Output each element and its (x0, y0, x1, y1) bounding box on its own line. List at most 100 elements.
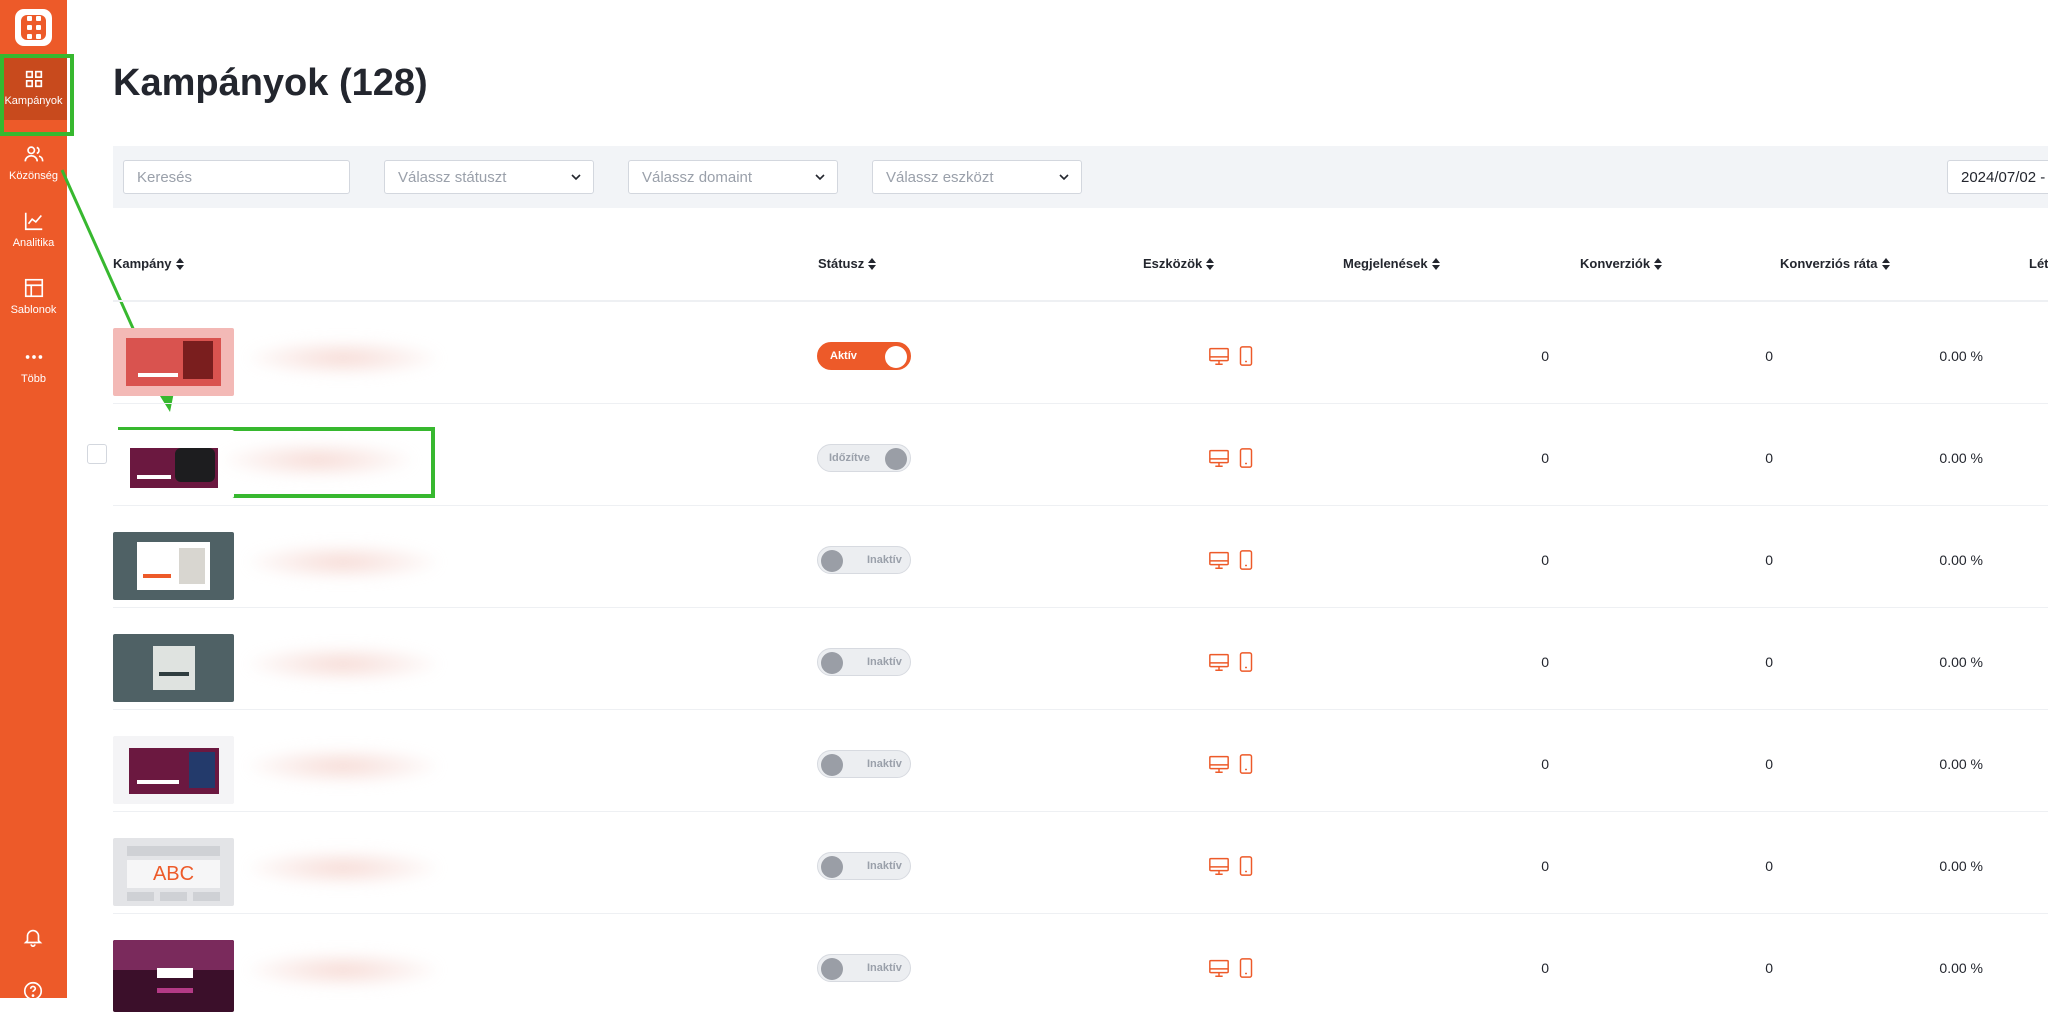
mobile-icon (1239, 958, 1253, 978)
campaign-name-blurred[interactable] (248, 850, 438, 886)
sort-icon (1206, 257, 1215, 270)
mobile-icon (1239, 754, 1253, 774)
conversions-value: 0 (1765, 552, 1773, 568)
status-toggle[interactable]: Inaktív (817, 546, 911, 574)
users-icon (23, 145, 44, 161)
status-select[interactable]: Válassz státuszt (384, 160, 594, 194)
sidebar-item-analytics[interactable]: Analitika (0, 196, 67, 262)
conversions-value: 0 (1765, 858, 1773, 874)
table-row[interactable]: Inaktív 0 0 0.00 % 2024 (113, 709, 2048, 811)
campaign-name-blurred[interactable] (248, 748, 438, 784)
domain-select-label: Válassz domaint (642, 169, 753, 186)
conversions-value: 0 (1765, 348, 1773, 364)
campaign-thumbnail[interactable] (113, 634, 234, 702)
conversion-rate-value: 0.00 % (1939, 348, 1983, 364)
template-icon (24, 278, 43, 297)
desktop-icon (1209, 449, 1229, 467)
column-header-label: Kampány (113, 256, 172, 271)
status-toggle[interactable]: Inaktív (817, 852, 911, 880)
chevron-down-icon (815, 174, 825, 181)
campaign-name-blurred[interactable] (223, 442, 413, 478)
mobile-icon (1239, 856, 1253, 876)
sort-icon (175, 257, 184, 270)
bell-icon[interactable] (22, 926, 44, 948)
column-header-label: Megjelenések (1343, 256, 1428, 271)
status-toggle[interactable]: Időzítve (817, 444, 911, 472)
campaign-thumbnail[interactable] (113, 736, 234, 804)
status-toggle[interactable]: Inaktív (817, 954, 911, 982)
conversion-rate-value: 0.00 % (1939, 756, 1983, 772)
campaign-name-blurred[interactable] (248, 340, 438, 376)
campaign-thumbnail[interactable] (113, 532, 234, 600)
campaign-name-blurred[interactable] (248, 544, 438, 580)
campaign-thumbnail[interactable]: ABC (113, 838, 234, 906)
table-row[interactable]: Inaktív 0 0 0.00 % 2024 (113, 607, 2048, 709)
status-toggle[interactable]: Inaktív (817, 750, 911, 778)
conversion-rate-value: 0.00 % (1939, 654, 1983, 670)
campaign-thumbnail[interactable] (113, 940, 234, 1012)
table-row[interactable]: Inaktív 0 0 0.00 % 2024 (113, 505, 2048, 607)
conversion-rate-value: 0.00 % (1939, 960, 1983, 976)
search-input[interactable]: Keresés (123, 160, 350, 194)
conversions-value: 0 (1765, 960, 1773, 976)
sidebar-item-templates[interactable]: Sablonok (0, 263, 67, 329)
impressions-value: 0 (1541, 960, 1549, 976)
column-header-label: Konverziók (1580, 256, 1651, 271)
status-toggle[interactable]: Aktív (817, 342, 911, 370)
sidebar-item-more[interactable]: Több (0, 332, 67, 398)
impressions-value: 0 (1541, 858, 1549, 874)
desktop-icon (1209, 347, 1229, 365)
column-header-conversions[interactable]: Konverziók (1580, 256, 1663, 271)
table-row[interactable]: Aktív 0 0 0.00 % 2024 (113, 301, 2048, 403)
table-row[interactable]: ABC Inaktív 0 0 0.00 % 2024 (113, 811, 2048, 913)
impressions-value: 0 (1541, 552, 1549, 568)
status-toggle[interactable]: Inaktív (817, 648, 911, 676)
conversion-rate-value: 0.00 % (1939, 858, 1983, 874)
desktop-icon (1209, 551, 1229, 569)
mobile-icon (1239, 346, 1253, 366)
desktop-icon (1209, 755, 1229, 773)
column-header-conversion-rate[interactable]: Konverziós ráta (1780, 256, 1890, 271)
desktop-icon (1209, 653, 1229, 671)
logo-grid-icon (21, 15, 46, 40)
conversion-rate-value: 0.00 % (1939, 552, 1983, 568)
chart-line-icon (24, 212, 42, 230)
domain-select[interactable]: Válassz domaint (628, 160, 838, 194)
column-header-created[interactable]: Léti (2029, 256, 2048, 271)
column-header-label: Státusz (818, 256, 865, 271)
campaign-thumbnail[interactable] (113, 328, 234, 396)
help-icon[interactable] (22, 980, 44, 1002)
row-checkbox[interactable] (87, 444, 107, 464)
table-row[interactable]: Időzítve 0 0 0.00 % 2024 (87, 403, 2048, 505)
impressions-value: 0 (1541, 756, 1549, 772)
sidebar-item-audience[interactable]: Közönség (0, 129, 67, 195)
main-content: Kampányok (128) Keresés Válassz státuszt… (67, 0, 2048, 1012)
conversions-value: 0 (1765, 756, 1773, 772)
column-header-devices[interactable]: Eszközök (1143, 256, 1215, 271)
desktop-icon (1209, 857, 1229, 875)
column-header-impressions[interactable]: Megjelenések (1343, 256, 1440, 271)
impressions-value: 0 (1541, 348, 1549, 364)
mobile-icon (1239, 652, 1253, 672)
campaign-thumbnail[interactable] (113, 430, 234, 498)
sidebar-item-label: Analitika (12, 236, 55, 249)
sort-icon (1431, 257, 1440, 270)
column-header-label: Konverziós ráta (1780, 256, 1878, 271)
sidebar-item-label: Közönség (9, 169, 58, 182)
status-label: Inaktív (867, 758, 902, 770)
column-header-campaign[interactable]: Kampány (113, 256, 184, 271)
sidebar-item-label: Több (20, 372, 47, 385)
chevron-down-icon (571, 174, 581, 181)
date-range-input[interactable]: 2024/07/02 - (1947, 160, 2048, 194)
status-label: Aktív (830, 350, 857, 362)
campaign-name-blurred[interactable] (248, 952, 438, 988)
table-row[interactable]: Inaktív 0 0 0.00 % 2024 (113, 913, 2048, 1015)
chevron-down-icon (1059, 174, 1069, 181)
device-select[interactable]: Válassz eszközt (872, 160, 1082, 194)
campaign-name-blurred[interactable] (248, 646, 438, 682)
column-header-status[interactable]: Státusz (818, 256, 877, 271)
desktop-icon (1209, 959, 1229, 977)
column-header-label: Eszközök (1143, 256, 1203, 271)
conversion-rate-value: 0.00 % (1939, 450, 1983, 466)
app-logo[interactable] (15, 9, 52, 46)
